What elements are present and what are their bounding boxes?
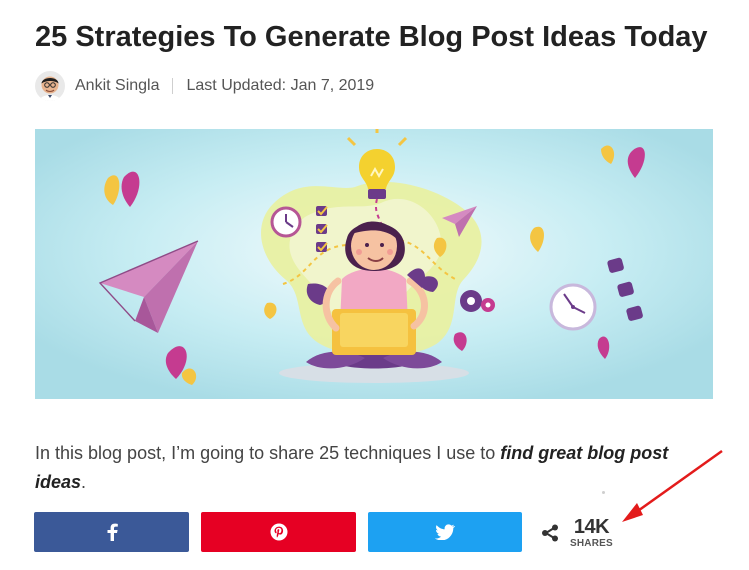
decorative-dot xyxy=(602,491,605,494)
intro-paragraph: In this blog post, I’m going to share 25… xyxy=(35,439,705,497)
article-page: 25 Strategies To Generate Blog Post Idea… xyxy=(0,0,749,570)
meta-divider xyxy=(171,78,173,94)
featured-image xyxy=(35,129,713,399)
share-counter: 14K SHARES xyxy=(540,516,640,550)
share-count-label: SHARES xyxy=(570,538,613,549)
intro-period: . xyxy=(81,472,87,492)
pinterest-icon xyxy=(270,523,288,541)
author-name[interactable]: Ankit Singla xyxy=(75,77,160,95)
article-title: 25 Strategies To Generate Blog Post Idea… xyxy=(35,21,708,53)
share-bar: 14K SHARES xyxy=(34,512,714,552)
pinterest-share-button[interactable] xyxy=(201,512,356,552)
share-icon[interactable] xyxy=(540,523,560,543)
twitter-share-button[interactable] xyxy=(368,512,522,552)
last-updated: Last Updated: Jan 7, 2019 xyxy=(187,77,375,95)
facebook-icon xyxy=(105,523,119,541)
last-updated-label: Last Updated: xyxy=(186,77,287,94)
share-total: 14K SHARES xyxy=(570,517,613,549)
author-avatar[interactable] xyxy=(35,71,65,101)
share-count-value: 14K xyxy=(573,516,610,538)
last-updated-date: Jan 7, 2019 xyxy=(290,77,375,94)
facebook-share-button[interactable] xyxy=(34,512,189,552)
twitter-icon xyxy=(435,524,455,540)
article-meta: Ankit Singla Last Updated: Jan 7, 2019 xyxy=(35,71,374,101)
intro-text: In this blog post, I’m going to share 25… xyxy=(35,443,501,463)
